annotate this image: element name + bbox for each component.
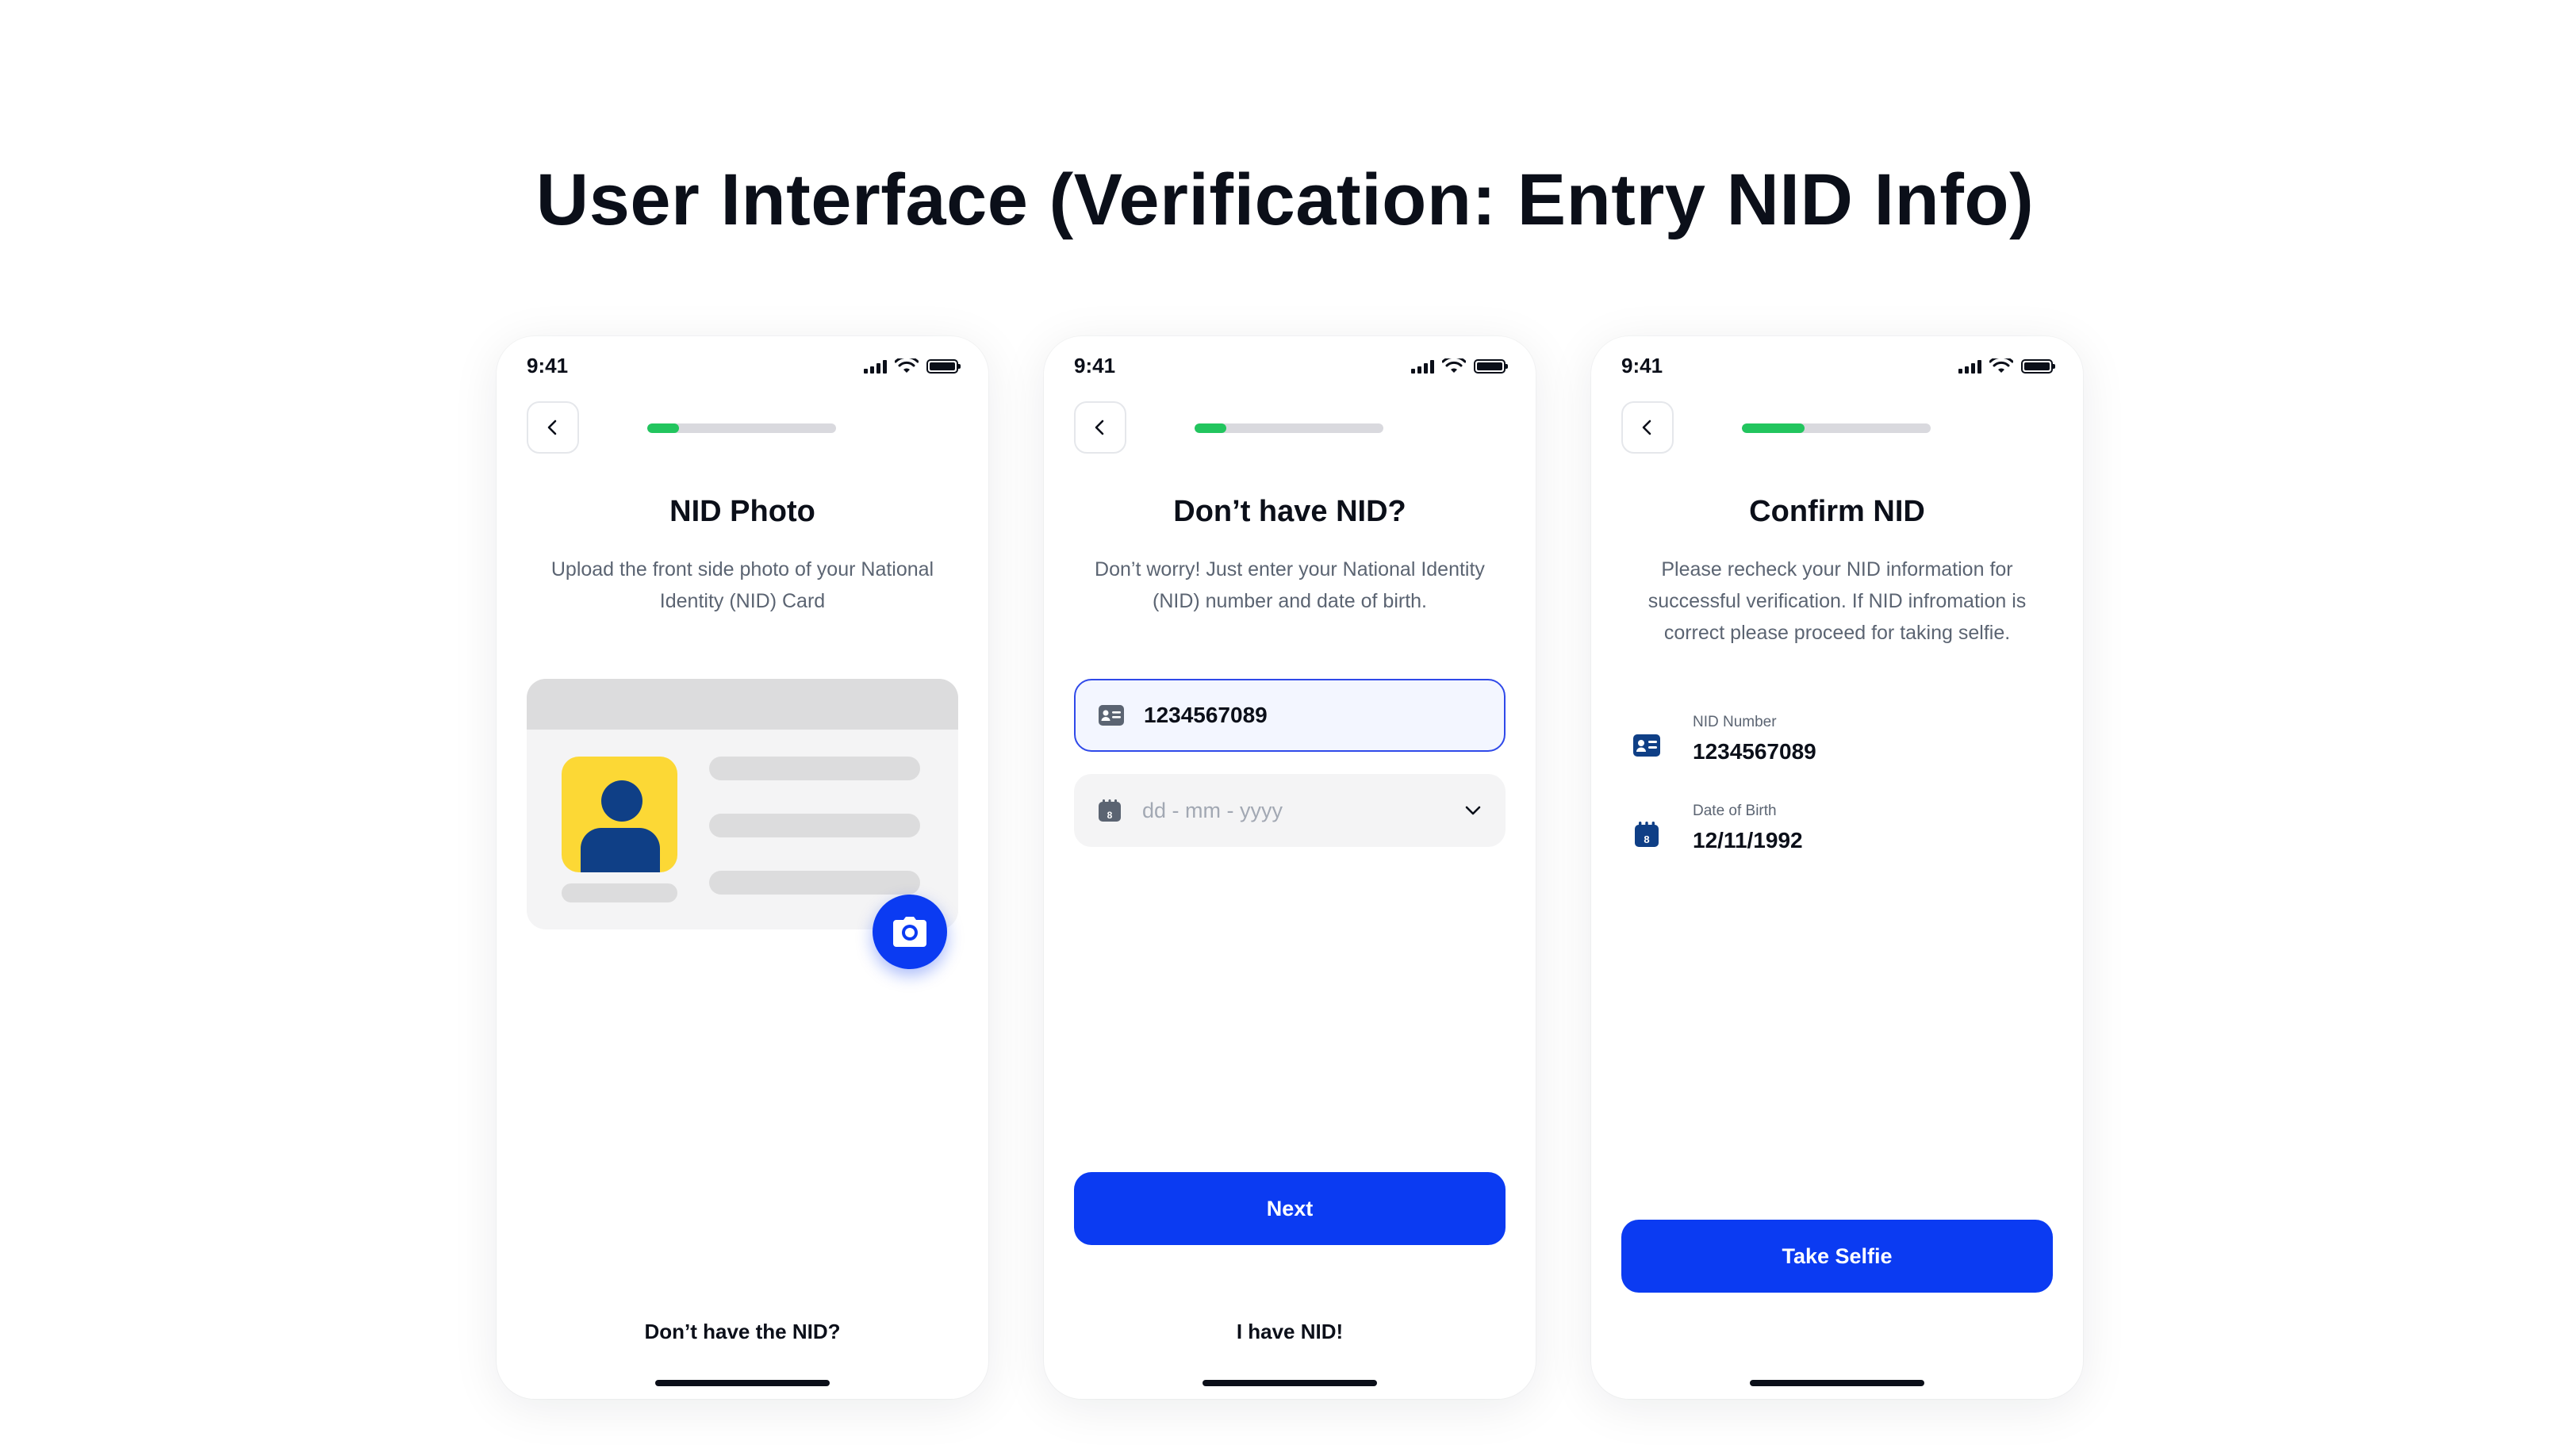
wifi-icon bbox=[1442, 358, 1466, 373]
nid-number-info: NID Number 1234567089 bbox=[1632, 714, 1816, 764]
chevron-left-icon bbox=[1095, 420, 1104, 435]
placeholder-line bbox=[709, 814, 920, 837]
calendar-icon-day: 8 bbox=[1107, 810, 1113, 821]
progress-fill bbox=[1742, 423, 1805, 433]
calendar-icon-day: 8 bbox=[1644, 833, 1649, 845]
screen-description: Please recheck your NID information for … bbox=[1647, 558, 2027, 644]
back-button[interactable] bbox=[527, 401, 579, 454]
camera-button[interactable] bbox=[873, 895, 947, 969]
wifi-icon bbox=[895, 358, 919, 373]
screen-title: Confirm NID bbox=[1749, 495, 1925, 528]
nid-number-value: 1234567089 bbox=[1693, 739, 1816, 764]
step-progress-bar bbox=[1195, 423, 1383, 433]
calendar-icon: 8 bbox=[1635, 822, 1659, 847]
take-selfie-button[interactable]: Take Selfie bbox=[1621, 1220, 2053, 1293]
person-avatar-icon bbox=[562, 757, 677, 872]
phone-screen-nid-photo: 9:41 NID Photo Upload the front side pho… bbox=[497, 336, 988, 1399]
progress-fill bbox=[1195, 423, 1227, 433]
battery-icon bbox=[1474, 359, 1508, 374]
cellular-signal-icon bbox=[864, 359, 887, 374]
nid-number-label: NID Number bbox=[1693, 714, 1777, 730]
status-icons bbox=[1411, 358, 1508, 374]
placeholder-line bbox=[709, 757, 920, 780]
battery-icon bbox=[2021, 359, 2055, 374]
status-icons bbox=[1958, 358, 2055, 374]
dob-placeholder: dd - mm - yyyy bbox=[1142, 798, 1283, 822]
status-time: 9:41 bbox=[527, 354, 569, 377]
nid-number-input[interactable]: 1234567089 bbox=[1074, 679, 1506, 752]
nid-card-placeholder[interactable] bbox=[527, 679, 958, 929]
phone-screen-confirm-nid: 9:41 Confirm NID Please recheck your NID… bbox=[1591, 336, 2083, 1399]
dont-have-nid-link[interactable]: Don’t have the NID? bbox=[497, 1320, 988, 1344]
placeholder-line bbox=[709, 871, 920, 895]
id-card-icon bbox=[1099, 705, 1124, 726]
home-indicator bbox=[1750, 1380, 1924, 1386]
next-button[interactable]: Next bbox=[1074, 1172, 1506, 1245]
home-indicator bbox=[1203, 1380, 1377, 1386]
cellular-signal-icon bbox=[1958, 359, 1981, 374]
placeholder-line bbox=[562, 883, 677, 902]
dob-label: Date of Birth bbox=[1693, 803, 1777, 819]
page-title: User Interface (Verification: Entry NID … bbox=[535, 159, 2035, 240]
battery-icon bbox=[926, 359, 961, 374]
id-card-icon bbox=[1633, 734, 1660, 757]
status-time: 9:41 bbox=[1074, 354, 1116, 377]
back-button[interactable] bbox=[1074, 401, 1126, 454]
cellular-signal-icon bbox=[1411, 359, 1434, 374]
date-of-birth-select[interactable]: 8 dd - mm - yyyy bbox=[1074, 774, 1506, 847]
status-time: 9:41 bbox=[1621, 354, 1663, 377]
calendar-icon: 8 bbox=[1099, 799, 1121, 822]
chevron-down-icon bbox=[1465, 806, 1481, 815]
step-progress-bar bbox=[647, 423, 836, 433]
nid-card-header bbox=[527, 679, 958, 730]
progress-fill bbox=[647, 423, 680, 433]
screen-description: Don’t worry! Just enter your National Id… bbox=[1095, 558, 1485, 612]
screen-title: Don’t have NID? bbox=[1173, 495, 1406, 528]
screen-title: NID Photo bbox=[669, 495, 815, 528]
back-button[interactable] bbox=[1621, 401, 1674, 454]
date-of-birth-info: 8 Date of Birth 12/11/1992 bbox=[1632, 803, 1803, 853]
i-have-nid-link[interactable]: I have NID! bbox=[1044, 1320, 1536, 1344]
chevron-left-icon bbox=[1642, 420, 1651, 435]
screen-description: Upload the front side photo of your Nati… bbox=[550, 558, 934, 612]
wifi-icon bbox=[1989, 358, 2013, 373]
phone-screen-dont-have-nid: 9:41 Don’t have NID? Don’t worry! Just e… bbox=[1044, 336, 1536, 1399]
step-progress-bar bbox=[1742, 423, 1931, 433]
camera-icon bbox=[893, 917, 926, 947]
dob-value: 12/11/1992 bbox=[1693, 828, 1803, 853]
home-indicator bbox=[655, 1380, 830, 1386]
status-icons bbox=[864, 358, 961, 374]
nid-number-value: 1234567089 bbox=[1144, 703, 1268, 727]
chevron-left-icon bbox=[547, 420, 557, 435]
